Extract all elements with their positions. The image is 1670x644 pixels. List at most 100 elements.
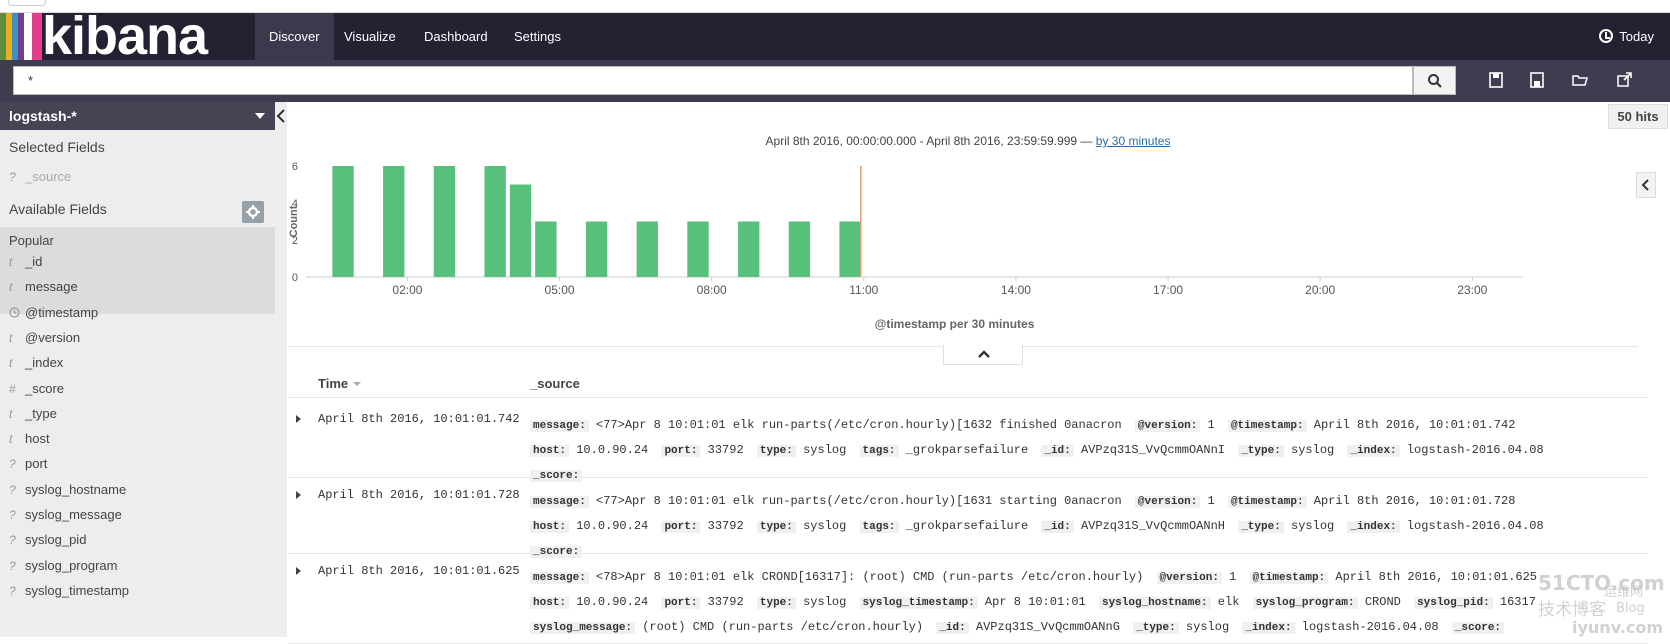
source-field-value: April 8th 2016, 10:01:01.728 (1306, 494, 1516, 508)
source-field-value: syslog (1178, 620, 1230, 634)
nav-dashboard[interactable]: Dashboard (410, 13, 502, 60)
nav-discover[interactable]: Discover (255, 13, 334, 60)
kibana-logo[interactable]: kibana (0, 13, 235, 60)
source-field-key: type: (756, 521, 796, 533)
source-field-value: Apr 8 10:01:01 (977, 595, 1086, 609)
search-bar (0, 60, 1670, 102)
gear-icon (246, 205, 260, 219)
sort-down-icon[interactable] (352, 380, 362, 388)
field-item-syslogmessage[interactable]: ? syslog_message (9, 506, 122, 524)
histogram-bar (636, 221, 658, 277)
interval-link[interactable]: by 30 minutes (1096, 134, 1171, 148)
source-field: syslog_hostname: elk (1098, 595, 1239, 609)
share-icon[interactable] (1615, 70, 1635, 90)
source-field: message: <77>Apr 8 10:01:01 elk run-part… (530, 494, 1122, 508)
timepicker[interactable]: Today (1599, 13, 1654, 60)
source-field-value: AVPzq31S_VvQcmmOANnI (1073, 443, 1225, 457)
table-row: April 8th 2016, 10:01:01.742 message: <77… (288, 402, 1648, 482)
index-pattern-label: logstash-* (9, 108, 77, 124)
histogram-bar (839, 221, 861, 277)
hits-count: 50 hits (1608, 104, 1668, 129)
row-time: April 8th 2016, 10:01:01.625 (318, 564, 520, 578)
histogram-bar (433, 166, 456, 277)
histogram-bar (484, 166, 506, 277)
source-field: @version: 1 (1134, 418, 1215, 432)
field-item-message[interactable]: t message (9, 278, 78, 296)
source-field: _type: syslog (1238, 443, 1334, 457)
field-item-id[interactable]: t _id (9, 253, 42, 271)
field-item-index[interactable]: t _index (9, 354, 63, 372)
x-tick-label: 02:00 (392, 283, 422, 297)
source-field-value: 33792 (700, 595, 744, 609)
field-item-syslogtimestamp[interactable]: ? syslog_timestamp (9, 582, 129, 600)
nav-visualize[interactable]: Visualize (330, 13, 410, 60)
source-field: @timestamp: April 8th 2016, 10:01:01.728 (1227, 494, 1516, 508)
source-field: _id: AVPzq31S_VvQcmmOANnH (1041, 519, 1225, 533)
row-source: message: <77>Apr 8 10:01:01 elk run-part… (530, 413, 1605, 488)
chevron-up-icon (978, 350, 990, 358)
field-item-score[interactable]: # _score (9, 380, 64, 398)
y-tick-label: 6 (292, 161, 298, 173)
source-field-key: type: (756, 445, 796, 457)
field-item-syslogpid[interactable]: ? syslog_pid (9, 531, 86, 549)
field-item-timestamp[interactable]: @timestamp (9, 304, 98, 322)
source-field: _id: AVPzq31S_VvQcmmOANnI (1041, 443, 1225, 457)
field-type-icon: ? (9, 558, 16, 573)
field-item-type[interactable]: t _type (9, 405, 57, 423)
row-source: message: <78>Apr 8 10:01:01 elk CROND[16… (530, 565, 1605, 640)
field-name: @version (25, 329, 81, 345)
source-field-value: logstash-2016.04.08 (1399, 443, 1544, 457)
field-item-port[interactable]: ? port (9, 455, 47, 473)
field-item-syslogprogram[interactable]: ? syslog_program (9, 557, 118, 575)
new-search-icon[interactable] (1486, 70, 1506, 90)
search-input[interactable] (13, 66, 1413, 95)
field-type-icon: t (9, 280, 13, 295)
expand-row-icon[interactable] (296, 491, 301, 499)
save-search-icon[interactable] (1527, 70, 1547, 90)
collapse-chart-button[interactable] (943, 345, 1023, 365)
field-item-host[interactable]: t host (9, 430, 50, 448)
source-field-value: 10.0.90.24 (569, 519, 649, 533)
field-item-version[interactable]: t @version (9, 329, 80, 347)
source-field: _index: logstash-2016.04.08 (1242, 620, 1439, 634)
selected-field-source[interactable]: ? _source (9, 168, 71, 186)
histogram-bar (332, 166, 354, 277)
collapse-sidebar-icon[interactable] (276, 108, 286, 124)
svg-text:技术博客: 技术博客 (1538, 600, 1606, 620)
browser-tab-edge (8, 0, 46, 6)
nav-settings[interactable]: Settings (500, 13, 575, 60)
index-pattern-selector[interactable]: logstash-* (0, 102, 275, 130)
field-type-icon: ? (9, 508, 16, 522)
field-name: port (25, 456, 48, 472)
x-tick-label: 17:00 (1153, 283, 1183, 297)
source-field-key: tags: (859, 445, 899, 457)
expand-row-icon[interactable] (296, 567, 301, 575)
browser-top-strip (0, 0, 1670, 13)
source-field-key: @version: (1134, 420, 1201, 432)
expand-row-icon[interactable] (296, 415, 301, 423)
source-field-key: port: (661, 597, 701, 609)
expand-chart-button[interactable] (1636, 172, 1656, 198)
time-column-header[interactable]: Time (318, 376, 362, 391)
source-field-key: host: (530, 597, 570, 609)
source-field: @version: 1 (1156, 570, 1236, 584)
source-field-value: 1 (1200, 418, 1215, 432)
source-field-key: @timestamp: (1249, 572, 1329, 584)
source-field: port: 33792 (661, 595, 744, 609)
source-field-key: _type: (1133, 622, 1179, 634)
source-field-value: _grokparsefailure (898, 519, 1029, 533)
field-settings-button[interactable] (242, 201, 264, 223)
source-field-key: @version: (1134, 496, 1201, 508)
source-field: message: <77>Apr 8 10:01:01 elk run-part… (530, 418, 1122, 432)
field-item-sysloghostname[interactable]: ? syslog_hostname (9, 481, 126, 499)
field-name: syslog_pid (25, 532, 87, 548)
svg-text:运维网: 运维网 (1604, 585, 1643, 600)
source-field: syslog_timestamp: Apr 8 10:01:01 (859, 595, 1086, 609)
source-field: port: 33792 (661, 443, 744, 457)
field-type-icon: t (9, 432, 13, 447)
histogram-bar (535, 221, 557, 277)
source-field-value: syslog (1283, 519, 1335, 533)
open-folder-icon[interactable] (1570, 70, 1590, 90)
search-button[interactable] (1413, 66, 1456, 95)
navbar: kibana Discover Visualize Dashboard Sett… (0, 13, 1670, 60)
